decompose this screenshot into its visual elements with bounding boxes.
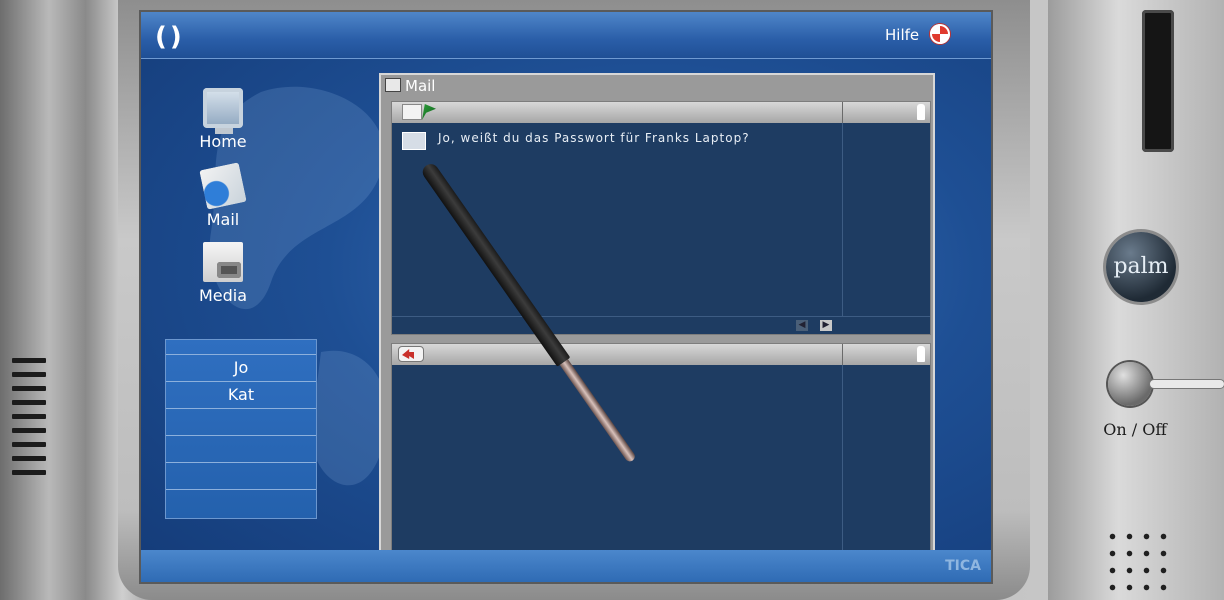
contact-item[interactable]: [166, 340, 316, 355]
column-line: [842, 123, 843, 316]
launcher-media-label: Media: [198, 286, 248, 305]
reply-pane: ◀ ▶: [391, 343, 931, 573]
help-button[interactable]: Hilfe: [885, 24, 950, 44]
contact-item[interactable]: [166, 490, 316, 516]
launcher-media[interactable]: Media: [173, 242, 273, 305]
bottom-bar: TICA: [141, 550, 991, 582]
launcher-mail[interactable]: Mail: [173, 162, 273, 229]
monitor-icon: [203, 88, 243, 134]
reply-header: [392, 344, 930, 365]
mail-icon: [199, 162, 247, 210]
envelope-icon[interactable]: [402, 104, 422, 120]
contact-item-jo[interactable]: Jo: [166, 355, 316, 382]
flag-icon[interactable]: [422, 104, 436, 120]
recipient-column-icon[interactable]: [917, 346, 925, 362]
media-icon: [203, 242, 243, 282]
contact-list: Jo Kat: [165, 339, 317, 519]
help-label: Hilfe: [885, 26, 920, 44]
column-line: [842, 365, 843, 554]
launcher-mail-label: Mail: [206, 210, 240, 229]
speaker-grille: [1104, 528, 1176, 592]
reply-icon[interactable]: [398, 346, 424, 362]
palm-logo: palm: [1106, 232, 1176, 302]
refresh-logo-icon[interactable]: ( ): [155, 22, 182, 52]
contact-item-kat[interactable]: Kat: [166, 382, 316, 409]
inbox-header: [392, 102, 930, 123]
launcher-home-label: Home: [199, 132, 247, 151]
card-slot: [1142, 10, 1174, 152]
mail-window-title: Mail: [385, 77, 435, 97]
contact-item[interactable]: [166, 436, 316, 463]
contact-item[interactable]: [166, 463, 316, 490]
contact-item[interactable]: [166, 409, 316, 436]
sender-column-icon[interactable]: [917, 104, 925, 120]
mail-title-label: Mail: [405, 77, 436, 95]
power-label: On / Off: [1103, 420, 1167, 439]
launcher-home[interactable]: Home: [173, 88, 273, 151]
column-divider: [842, 102, 843, 123]
lifebuoy-icon: [929, 24, 950, 44]
inbox-footer: ◀ ▶: [392, 316, 930, 335]
top-bar: ( ) Hilfe: [141, 12, 991, 59]
scroll-left-button[interactable]: ◀: [796, 320, 808, 331]
bottom-bar-text: TICA: [945, 558, 981, 574]
scroll-right-button[interactable]: ▶: [820, 320, 832, 331]
inbox-pane: Jo, weißt du das Passwort für Franks Lap…: [391, 101, 931, 335]
screen: ( ) Hilfe Home Mail Media Jo Kat Mail Jo…: [141, 12, 991, 582]
power-switch-rail: [1150, 380, 1224, 388]
speaker-grille-left: [12, 358, 46, 484]
mail-window-icon: [385, 78, 401, 92]
message-row[interactable]: Jo, weißt du das Passwort für Franks Lap…: [402, 132, 832, 145]
mail-window: Mail Jo, weißt du das Passwort für Frank…: [379, 73, 935, 582]
power-button[interactable]: [1108, 362, 1152, 406]
column-divider: [842, 344, 843, 365]
pda-device: palm On / Off ( ) Hilfe Home Mail Media …: [0, 0, 1224, 600]
